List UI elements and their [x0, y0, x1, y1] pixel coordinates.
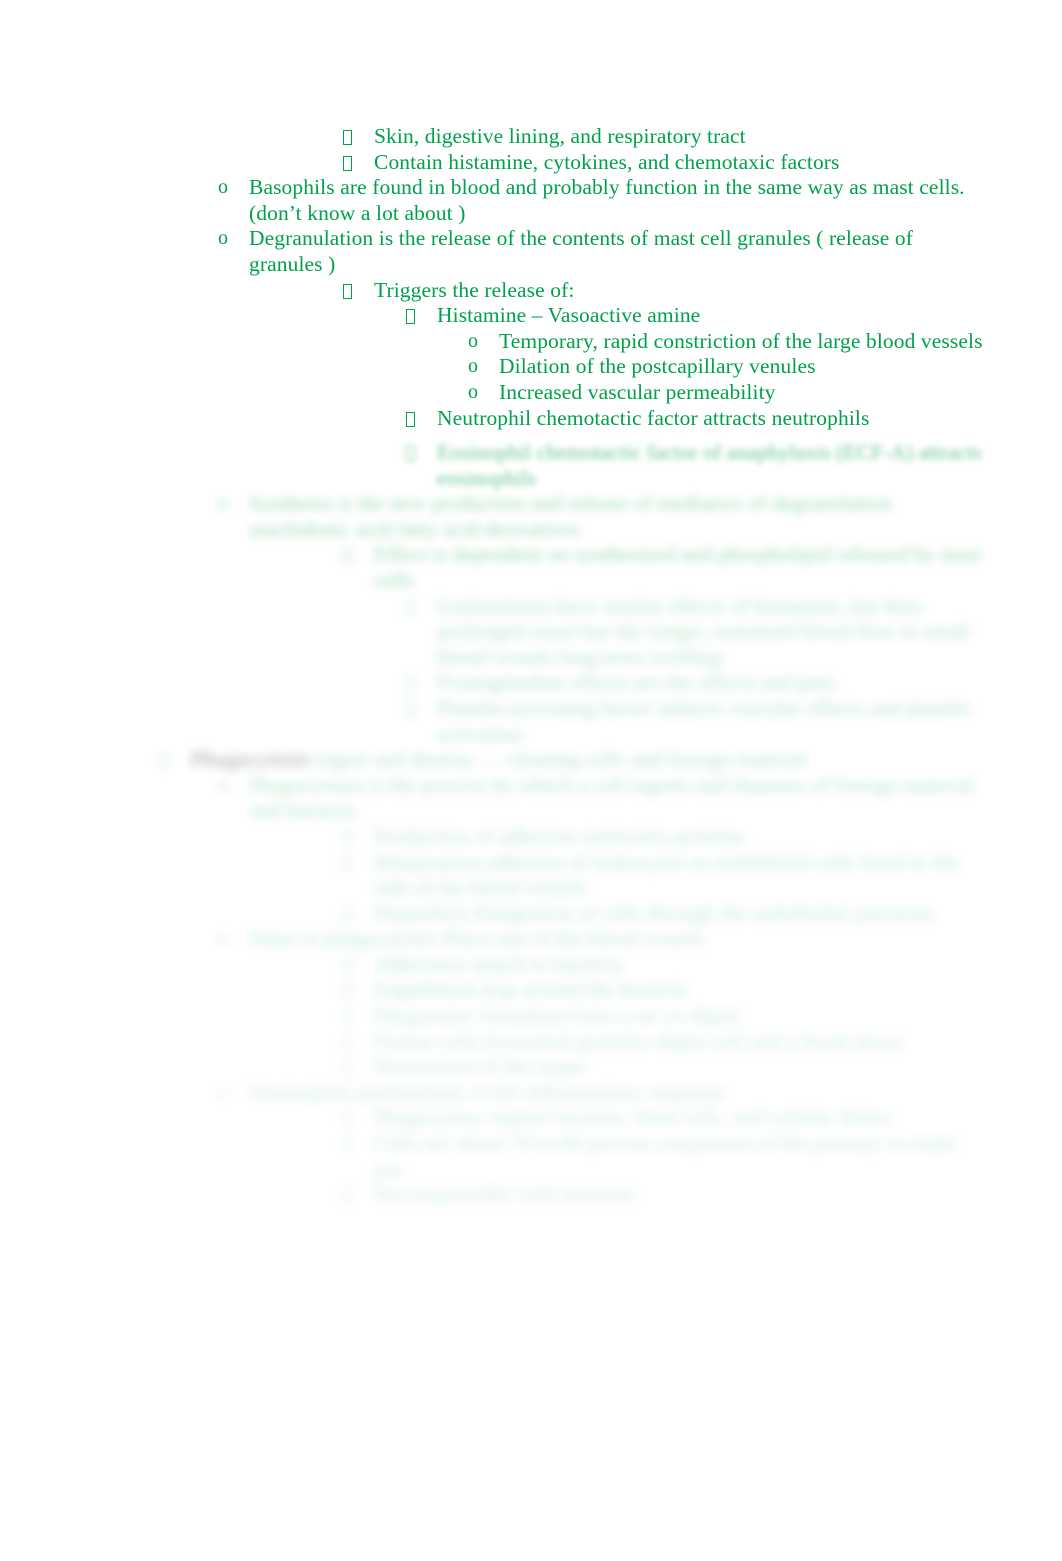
- bullet-tofu-icon: [343, 977, 373, 1003]
- list-item-text: Eosinophil chemotactic factor of anaphyl…: [437, 440, 982, 490]
- list-item: o Increased vascular permeability: [468, 380, 1062, 406]
- list-item: Effect is dependent on synthesized and p…: [343, 542, 1062, 593]
- bullet-tofu-icon: [343, 1131, 373, 1157]
- list-item: Phagocytose ingests bacteria, dead cells…: [343, 1105, 1062, 1131]
- list-item-text: Fusion with lysosomal granules digest ce…: [374, 1028, 904, 1053]
- list-item-text: Increased vascular permeability: [499, 379, 776, 404]
- list-item-text: Phagocytosis is the process by which a c…: [249, 772, 975, 823]
- bullet-tofu-icon: [406, 594, 436, 620]
- list-item: o Phagocytosis is the process by which a…: [218, 773, 1062, 824]
- bullet-o-icon: o: [218, 1080, 229, 1103]
- list-item-text: Synthesis is the new production and rele…: [249, 491, 892, 541]
- bullet-o-icon: o: [468, 329, 479, 352]
- section-heading-row: Phagocytosis ingest and destroy — cleani…: [160, 747, 931, 773]
- section-heading: Phagocytosis ingest and destroy — cleani…: [160, 747, 1062, 773]
- list-item: o Synthesis is the new production and re…: [218, 491, 1062, 542]
- bullet-o-icon: o: [218, 492, 229, 515]
- list-item-text: Margination adhesion of leukocytes to en…: [374, 849, 959, 900]
- bullet-tofu-icon: [343, 1105, 373, 1131]
- list-item: Production of adhesion molecules protein…: [343, 824, 1062, 850]
- list-item-text: Degranulation is the release of the cont…: [249, 226, 913, 276]
- list-item: Skin, digestive lining, and respiratory …: [343, 124, 1062, 150]
- bullet-o-icon: o: [468, 355, 479, 378]
- list-item: Not responsible with invasion: [343, 1182, 1062, 1208]
- bullet-tofu-icon: [343, 1003, 373, 1029]
- bullet-tofu-icon: [406, 440, 436, 466]
- list-item: Diapedesis Emigration of cells through t…: [343, 901, 1062, 927]
- list-item-text: Dilation of the postcapillary venules: [499, 354, 816, 379]
- page-title: Phagocytosis: [191, 747, 311, 772]
- list-item: o Basophils are found in blood and proba…: [218, 175, 1062, 226]
- outline-sharp-section: Skin, digestive lining, and respiratory …: [0, 124, 1062, 431]
- list-item: Triggers the release of:: [343, 278, 1062, 304]
- list-item-text: Steps in phagocytosis Place one of the b…: [249, 926, 705, 951]
- list-item-text: Destruction of the target: [374, 1054, 586, 1079]
- list-item: Histamine – Vasoactive amine: [406, 303, 1062, 329]
- bullet-tofu-icon: [406, 696, 436, 722]
- list-item: o Degranulation is the release of the co…: [218, 226, 1062, 277]
- bullet-tofu-icon: [343, 1029, 373, 1055]
- list-item: Eosinophil chemotactic factor of anaphyl…: [406, 440, 1062, 491]
- list-item-text: Temporary, rapid constriction of the lar…: [499, 328, 983, 353]
- bullet-tofu-icon: [343, 850, 373, 876]
- list-item-text: Skin, digestive lining, and respiratory …: [374, 124, 746, 148]
- bullet-tofu-icon: [343, 1054, 373, 1080]
- list-item: o Steps in phagocytosis Place one of the…: [218, 926, 1062, 952]
- list-item-text: Leukotrienes have similar effects of his…: [437, 593, 971, 669]
- list-item-text: Diapedesis Emigration of cells through t…: [374, 900, 934, 925]
- bullet-tofu-icon: [343, 124, 373, 150]
- bullet-tofu-icon: [343, 278, 373, 304]
- list-item-text: Engulfment trap around the bacteria: [374, 977, 688, 1002]
- list-item: Phagosome formation form a sac to digest: [343, 1003, 1062, 1029]
- list-item-text: Triggers the release of:: [374, 277, 575, 302]
- list-item: o Temporary, rapid constriction of the l…: [468, 329, 1062, 355]
- bullet-tofu-icon: [406, 303, 436, 329]
- list-item-text: Neutrophil chemotactic factor attracts n…: [437, 405, 870, 430]
- list-item-text: Prostaglandins effects are the effects a…: [437, 670, 835, 695]
- bullet-tofu-icon: [343, 150, 373, 176]
- bullet-o-icon: o: [468, 380, 479, 403]
- bullet-tofu-icon: [343, 952, 373, 978]
- list-item: Platelet-activating factor induces vascu…: [406, 696, 1062, 747]
- list-item-text: Neutrophils predominate in the inflammat…: [249, 1079, 726, 1104]
- list-item: Margination adhesion of leukocytes to en…: [343, 850, 1062, 901]
- list-item: Cells are about 70 to 80 percent compone…: [343, 1131, 1062, 1182]
- list-item: Neutrophil chemotactic factor attracts n…: [406, 406, 1062, 432]
- list-item-text: Cells are about 70 to 80 percent compone…: [374, 1131, 958, 1181]
- list-item: Contain histamine, cytokines, and chemot…: [343, 150, 1062, 176]
- document-page: Skin, digestive lining, and respiratory …: [0, 0, 1062, 1561]
- bullet-o-icon: o: [218, 176, 229, 199]
- list-item-text: Phagocytose ingests bacteria, dead cells…: [374, 1105, 893, 1130]
- outline-blurred-section: Eosinophil chemotactic factor of anaphyl…: [0, 440, 1062, 1208]
- bullet-tofu-icon: [343, 542, 373, 568]
- list-item-text: Adherence attach to bacteria: [374, 951, 623, 976]
- list-item: Leukotrienes have similar effects of his…: [406, 594, 1062, 671]
- list-item-text: Contain histamine, cytokines, and chemot…: [374, 149, 840, 174]
- list-item-text: Platelet-activating factor induces vascu…: [437, 695, 971, 746]
- bullet-tofu-icon: [406, 406, 436, 432]
- section-heading-text: ingest and destroy — cleaning cells and …: [310, 747, 808, 772]
- bullet-o-icon: o: [218, 773, 229, 796]
- list-item-text: Effect is dependent on synthesized and p…: [374, 542, 982, 592]
- bullet-tofu-icon: [343, 901, 373, 927]
- bullet-o-icon: o: [218, 227, 229, 250]
- list-item-text: Not responsible with invasion: [374, 1182, 635, 1207]
- list-item-text: Histamine – Vasoactive amine: [437, 303, 701, 328]
- list-item-text: Phagosome formation form a sac to digest: [374, 1003, 742, 1028]
- list-item: Engulfment trap around the bacteria: [343, 977, 1062, 1003]
- list-item: Prostaglandins effects are the effects a…: [406, 670, 1062, 696]
- list-item-text: Production of adhesion molecules protein…: [374, 823, 745, 848]
- bullet-tofu-icon: [343, 1182, 373, 1208]
- list-item-text: Basophils are found in blood and probabl…: [249, 175, 965, 225]
- bullet-tofu-icon: [343, 824, 373, 850]
- list-item: Fusion with lysosomal granules digest ce…: [343, 1029, 1062, 1055]
- bullet-o-icon: o: [218, 927, 229, 950]
- list-item: o Neutrophils predominate in the inflamm…: [218, 1080, 1062, 1106]
- bullet-tofu-icon: [160, 747, 190, 773]
- list-item: Destruction of the target: [343, 1054, 1062, 1080]
- list-item: Adherence attach to bacteria: [343, 952, 1062, 978]
- bullet-tofu-icon: [406, 670, 436, 696]
- list-item: o Dilation of the postcapillary venules: [468, 354, 1062, 380]
